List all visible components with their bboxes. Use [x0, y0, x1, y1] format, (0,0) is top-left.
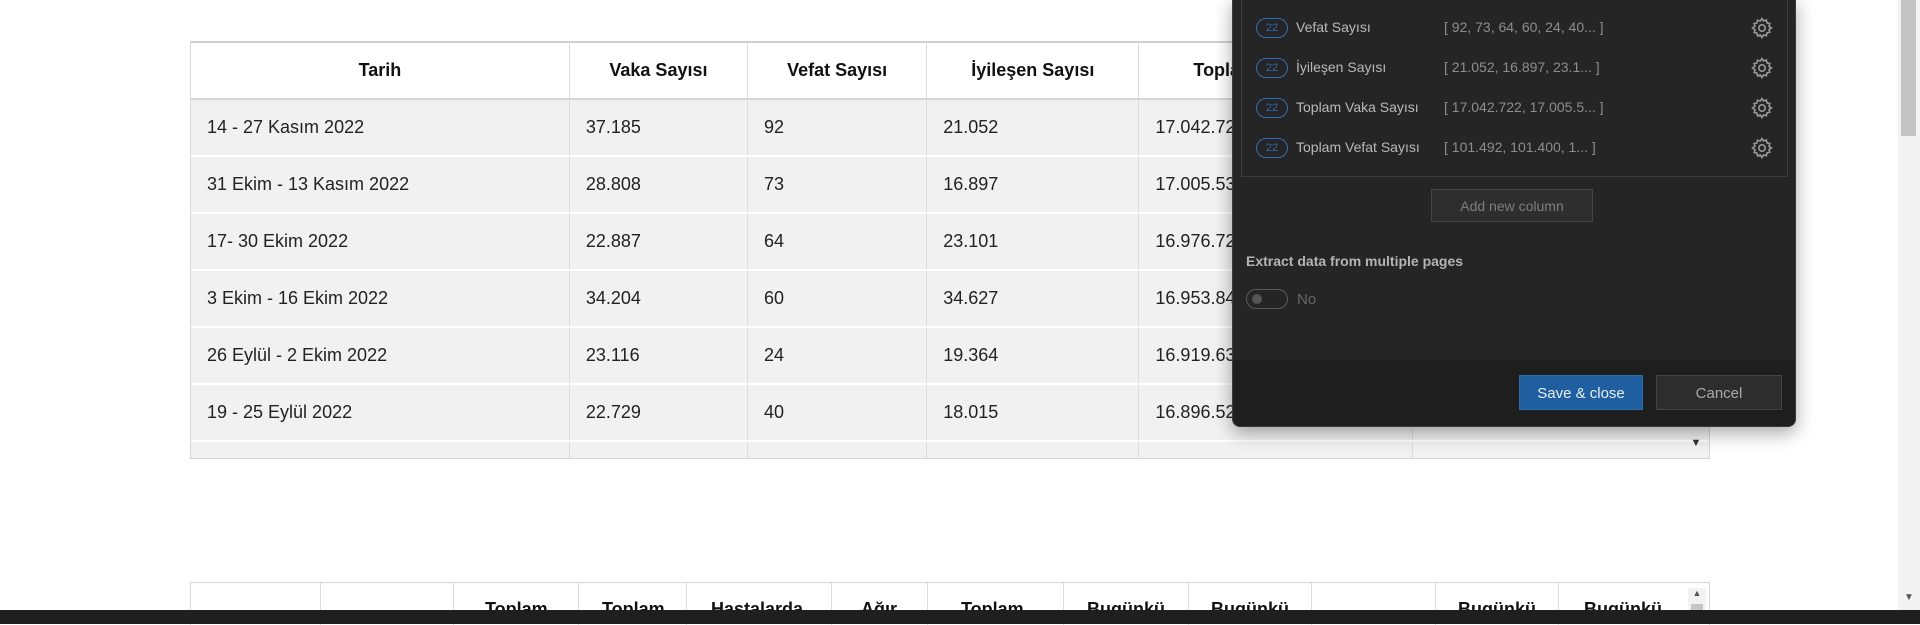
cell-vaka: 22.729: [569, 384, 749, 442]
column-row-toplam-vefat-sayisi[interactable]: 22 Toplam Vefat Sayısı [ 101.492, 101.40…: [1242, 128, 1787, 168]
gear-icon[interactable]: [1750, 136, 1774, 160]
toggle-state-label: No: [1297, 291, 1317, 308]
column-values-preview: [ 21.052, 16.897, 23.1... ]: [1444, 59, 1600, 75]
taskbar: [0, 610, 1920, 624]
cancel-button[interactable]: Cancel: [1656, 375, 1782, 410]
cell-iyilesen: 34.627: [926, 270, 1140, 328]
column-row-toplam-vaka-sayisi[interactable]: 22 Toplam Vaka Sayısı [ 17.042.722, 17.0…: [1242, 88, 1787, 128]
dialog-footer: Save & close Cancel: [1233, 360, 1795, 426]
column-type-badge: 22: [1256, 98, 1288, 118]
gear-icon[interactable]: [1750, 16, 1774, 40]
cell-date: 3 Ekim - 16 Ekim 2022: [191, 270, 570, 328]
cell-vaka: 34.204: [569, 270, 749, 328]
column-type-badge: 22: [1256, 58, 1288, 78]
column-values-preview: [ 17.042.722, 17.005.5... ]: [1444, 99, 1604, 115]
column-type-badge: 22: [1256, 18, 1288, 38]
header-tarih: Tarih: [191, 43, 570, 100]
column-name: İyileşen Sayısı: [1296, 59, 1387, 75]
cell-date: 19 - 25 Eylül 2022: [191, 384, 570, 442]
column-row-iyilesen-sayisi[interactable]: 22 İyileşen Sayısı [ 21.052, 16.897, 23.…: [1242, 48, 1787, 88]
cell-date: 31 Ekim - 13 Kasım 2022: [191, 156, 570, 214]
table-row-partial: [191, 441, 1709, 458]
header-vefat-sayisi: Vefat Sayısı: [747, 43, 928, 100]
cell-vefat: 24: [747, 327, 928, 385]
table-scroll-down-arrow[interactable]: ▼: [1686, 432, 1706, 454]
cell-iyilesen: 21.052: [926, 99, 1140, 157]
cell-vaka: 37.185: [569, 99, 749, 157]
cell-iyilesen: 16.897: [926, 156, 1140, 214]
header-iyilesen-sayisi: İyileşen Sayısı: [926, 43, 1140, 100]
column-config-dialog: 22 Vefat Sayısı [ 92, 73, 64, 60, 24, 40…: [1232, 0, 1796, 427]
column-type-badge: 22: [1256, 138, 1288, 158]
column-values-preview: [ 92, 73, 64, 60, 24, 40... ]: [1444, 19, 1604, 35]
column-name: Toplam Vefat Sayısı: [1296, 139, 1420, 155]
header-vaka-sayisi: Vaka Sayısı: [569, 43, 749, 100]
page-scroll-down-arrow[interactable]: ▼: [1900, 592, 1918, 606]
cell-date: 14 - 27 Kasım 2022: [191, 99, 570, 157]
cell-vaka: 22.887: [569, 213, 749, 271]
cell-date: 17- 30 Ekim 2022: [191, 213, 570, 271]
cell-vefat: 40: [747, 384, 928, 442]
cell-vefat: 64: [747, 213, 928, 271]
cell-date: 26 Eylül - 2 Ekim 2022: [191, 327, 570, 385]
gear-icon[interactable]: [1750, 56, 1774, 80]
cell-vaka: 23.116: [569, 327, 749, 385]
column-name: Toplam Vaka Sayısı: [1296, 99, 1419, 115]
cell-vefat: 73: [747, 156, 928, 214]
page-scrollbar-thumb[interactable]: [1901, 0, 1916, 136]
toggle-knob: [1252, 294, 1262, 304]
cell-vefat: 92: [747, 99, 928, 157]
cell-iyilesen: 19.364: [926, 327, 1140, 385]
column-name: Vefat Sayısı: [1296, 19, 1371, 35]
cell-vaka: 28.808: [569, 156, 749, 214]
column-values-preview: [ 101.492, 101.400, 1... ]: [1444, 139, 1596, 155]
extract-multiple-pages-toggle[interactable]: [1246, 289, 1288, 309]
cell-iyilesen: 23.101: [926, 213, 1140, 271]
column-list: 22 Vefat Sayısı [ 92, 73, 64, 60, 24, 40…: [1241, 0, 1788, 177]
column-row-vefat-sayisi[interactable]: 22 Vefat Sayısı [ 92, 73, 64, 60, 24, 40…: [1242, 8, 1787, 48]
add-new-column-button[interactable]: Add new column: [1431, 189, 1593, 222]
gear-icon[interactable]: [1750, 96, 1774, 120]
extract-multiple-pages-label: Extract data from multiple pages: [1246, 253, 1464, 269]
save-close-button[interactable]: Save & close: [1519, 375, 1643, 410]
scroll-up-arrow[interactable]: ▲: [1688, 588, 1706, 598]
cell-vefat: 60: [747, 270, 928, 328]
cell-iyilesen: 18.015: [926, 384, 1140, 442]
